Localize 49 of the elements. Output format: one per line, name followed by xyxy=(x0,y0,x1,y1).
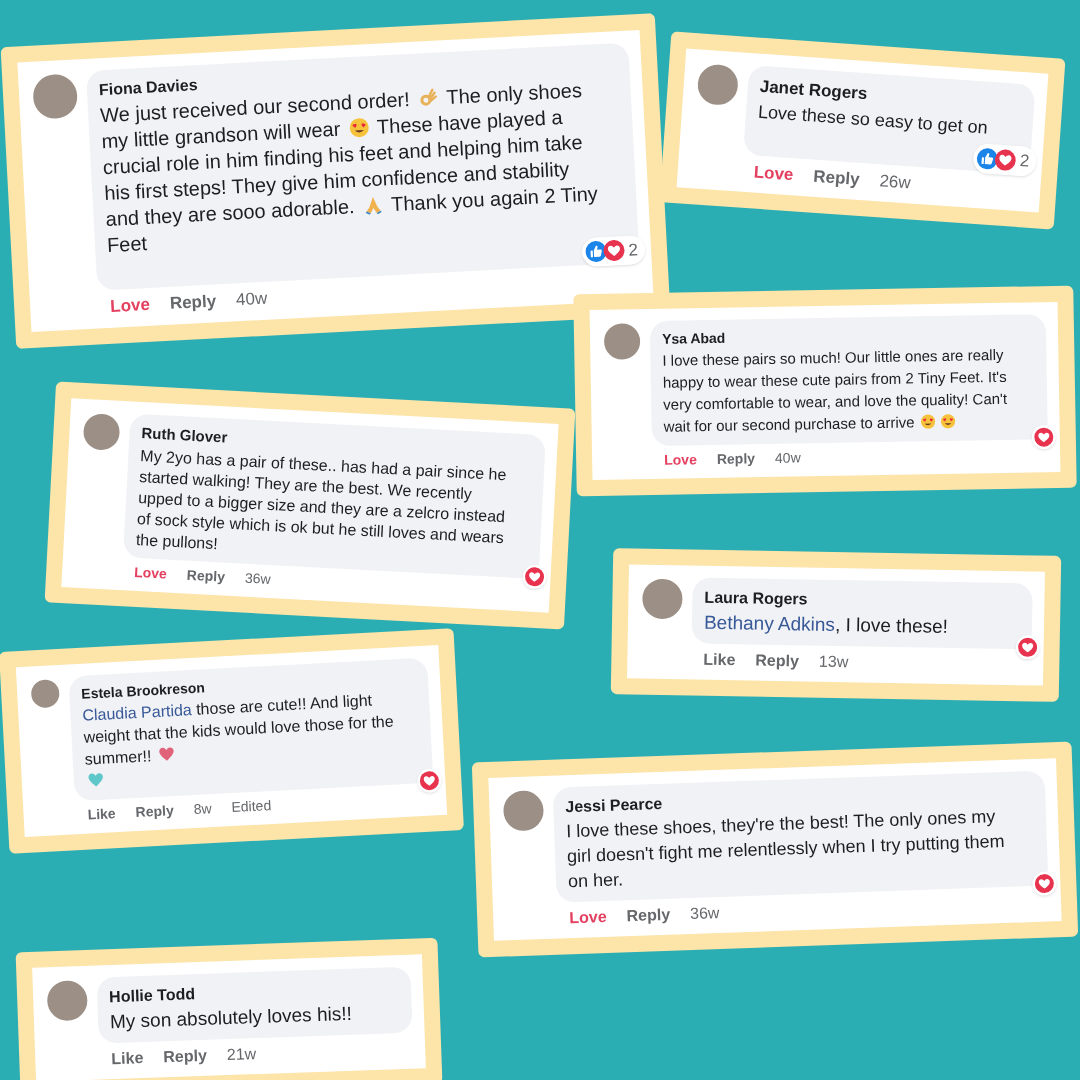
heart-eyes-emoji-icon xyxy=(920,414,937,430)
love-reaction-icon xyxy=(993,148,1017,172)
love-reaction-badge[interactable] xyxy=(416,768,442,794)
timestamp[interactable]: 36w xyxy=(689,901,720,926)
reaction-link[interactable]: Like xyxy=(110,1046,144,1072)
timestamp[interactable]: 21w xyxy=(226,1042,257,1068)
comment-text: My son absolutely loves his!! xyxy=(109,1002,354,1035)
reaction-link[interactable]: Like xyxy=(703,647,736,673)
love-reaction-icon xyxy=(1033,427,1054,448)
timestamp[interactable]: 40w xyxy=(235,285,268,313)
mention-link[interactable]: Claudia Partida xyxy=(82,701,193,724)
heart-eyes-emoji-icon xyxy=(940,414,956,430)
love-reaction-badge[interactable] xyxy=(1031,871,1057,897)
reply-link[interactable]: Reply xyxy=(162,1043,208,1070)
reply-link[interactable]: Reply xyxy=(812,163,861,192)
love-reaction-badge[interactable] xyxy=(1031,425,1057,450)
reaction-count-badge[interactable]: 2 xyxy=(580,234,646,268)
reaction-link[interactable]: Love xyxy=(664,449,698,471)
love-reaction-badge[interactable] xyxy=(522,563,548,589)
like-reaction-icon xyxy=(584,240,608,264)
timestamp[interactable]: 40w xyxy=(774,447,801,469)
love-reaction-icon xyxy=(524,565,546,587)
edited-label: Edited xyxy=(231,796,272,818)
comment-text: Love these so easy to get on xyxy=(757,101,990,140)
like-reaction-icon xyxy=(975,146,999,171)
reaction-link[interactable]: Love xyxy=(109,291,151,320)
timestamp[interactable]: 36w xyxy=(244,567,272,590)
ok-hand-emoji-icon xyxy=(417,87,439,109)
reaction-link[interactable]: Like xyxy=(87,803,117,826)
timestamp[interactable]: 8w xyxy=(193,798,213,821)
heart-eyes-emoji-icon xyxy=(348,117,370,139)
love-reaction-icon xyxy=(1034,873,1055,894)
reaction-count-badge[interactable]: 2 xyxy=(971,142,1038,177)
timestamp[interactable]: 13w xyxy=(818,649,849,675)
reply-link[interactable]: Reply xyxy=(626,902,671,929)
reply-link[interactable]: Reply xyxy=(169,288,217,317)
reply-link[interactable]: Reply xyxy=(186,564,226,588)
reply-link[interactable]: Reply xyxy=(716,448,756,470)
reply-link[interactable]: Reply xyxy=(755,648,800,674)
timestamp[interactable]: 26w xyxy=(878,167,912,196)
love-reaction-icon xyxy=(1017,637,1038,658)
reaction-link[interactable]: Love xyxy=(133,561,168,585)
reaction-link[interactable]: Love xyxy=(752,159,795,188)
reaction-link[interactable]: Love xyxy=(568,904,607,931)
love-reaction-badge[interactable] xyxy=(1015,635,1040,660)
comment-text: My 2yo has a pair of these.. has had a pair since he started walking! They are the best. We recently upped to a bigger size and they are a zelcro instead of sock style which is ok but he still loves and wears the pullons! xyxy=(135,445,508,554)
love-reaction-icon xyxy=(418,770,440,792)
love-reaction-icon xyxy=(602,239,626,263)
reply-link[interactable]: Reply xyxy=(135,800,175,824)
